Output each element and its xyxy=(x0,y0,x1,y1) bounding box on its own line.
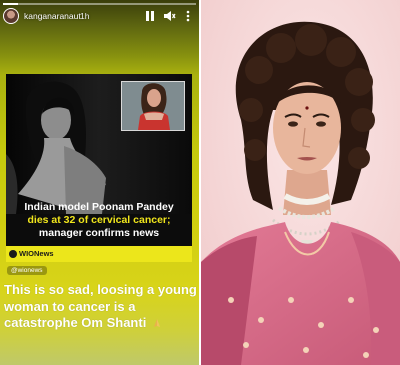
portrait-photo xyxy=(201,0,400,365)
story-progress-fill xyxy=(3,3,19,5)
story-username[interactable]: kanganaranaut xyxy=(24,11,81,21)
mute-icon[interactable] xyxy=(162,9,176,23)
inset-photo xyxy=(121,81,185,131)
headline-line-2: dies at 32 of cervical cancer; xyxy=(27,214,171,226)
more-icon[interactable] xyxy=(181,9,195,23)
avatar[interactable] xyxy=(3,8,19,24)
news-source-name: WIONews xyxy=(19,249,54,258)
headline-line-1: Indian model Poonam Pandey xyxy=(24,201,174,213)
instagram-story[interactable]: kanganaranaut 1h Indian model Poonam Pan… xyxy=(0,0,199,365)
mention-sticker[interactable]: @wionews xyxy=(7,266,47,275)
pause-icon[interactable] xyxy=(143,9,157,23)
news-headline: Indian model Poonam Pandey dies at 32 of… xyxy=(10,201,188,240)
headline-line-3: manager confirms news xyxy=(38,227,160,239)
story-header: kanganaranaut 1h xyxy=(0,7,199,27)
shared-news-post[interactable]: Indian model Poonam Pandey dies at 32 of… xyxy=(6,74,192,262)
news-source-bar: WIONews xyxy=(6,246,192,262)
folded-hands-icon xyxy=(153,319,160,327)
caption-text: This is so sad, loosing a young woman to… xyxy=(4,282,197,330)
composite-image: kanganaranaut 1h Indian model Poonam Pan… xyxy=(0,0,400,365)
story-caption: This is so sad, loosing a young woman to… xyxy=(4,282,199,332)
wion-logo-icon xyxy=(9,250,17,258)
story-progress-bar xyxy=(3,3,196,5)
story-timestamp: 1h xyxy=(80,11,90,21)
